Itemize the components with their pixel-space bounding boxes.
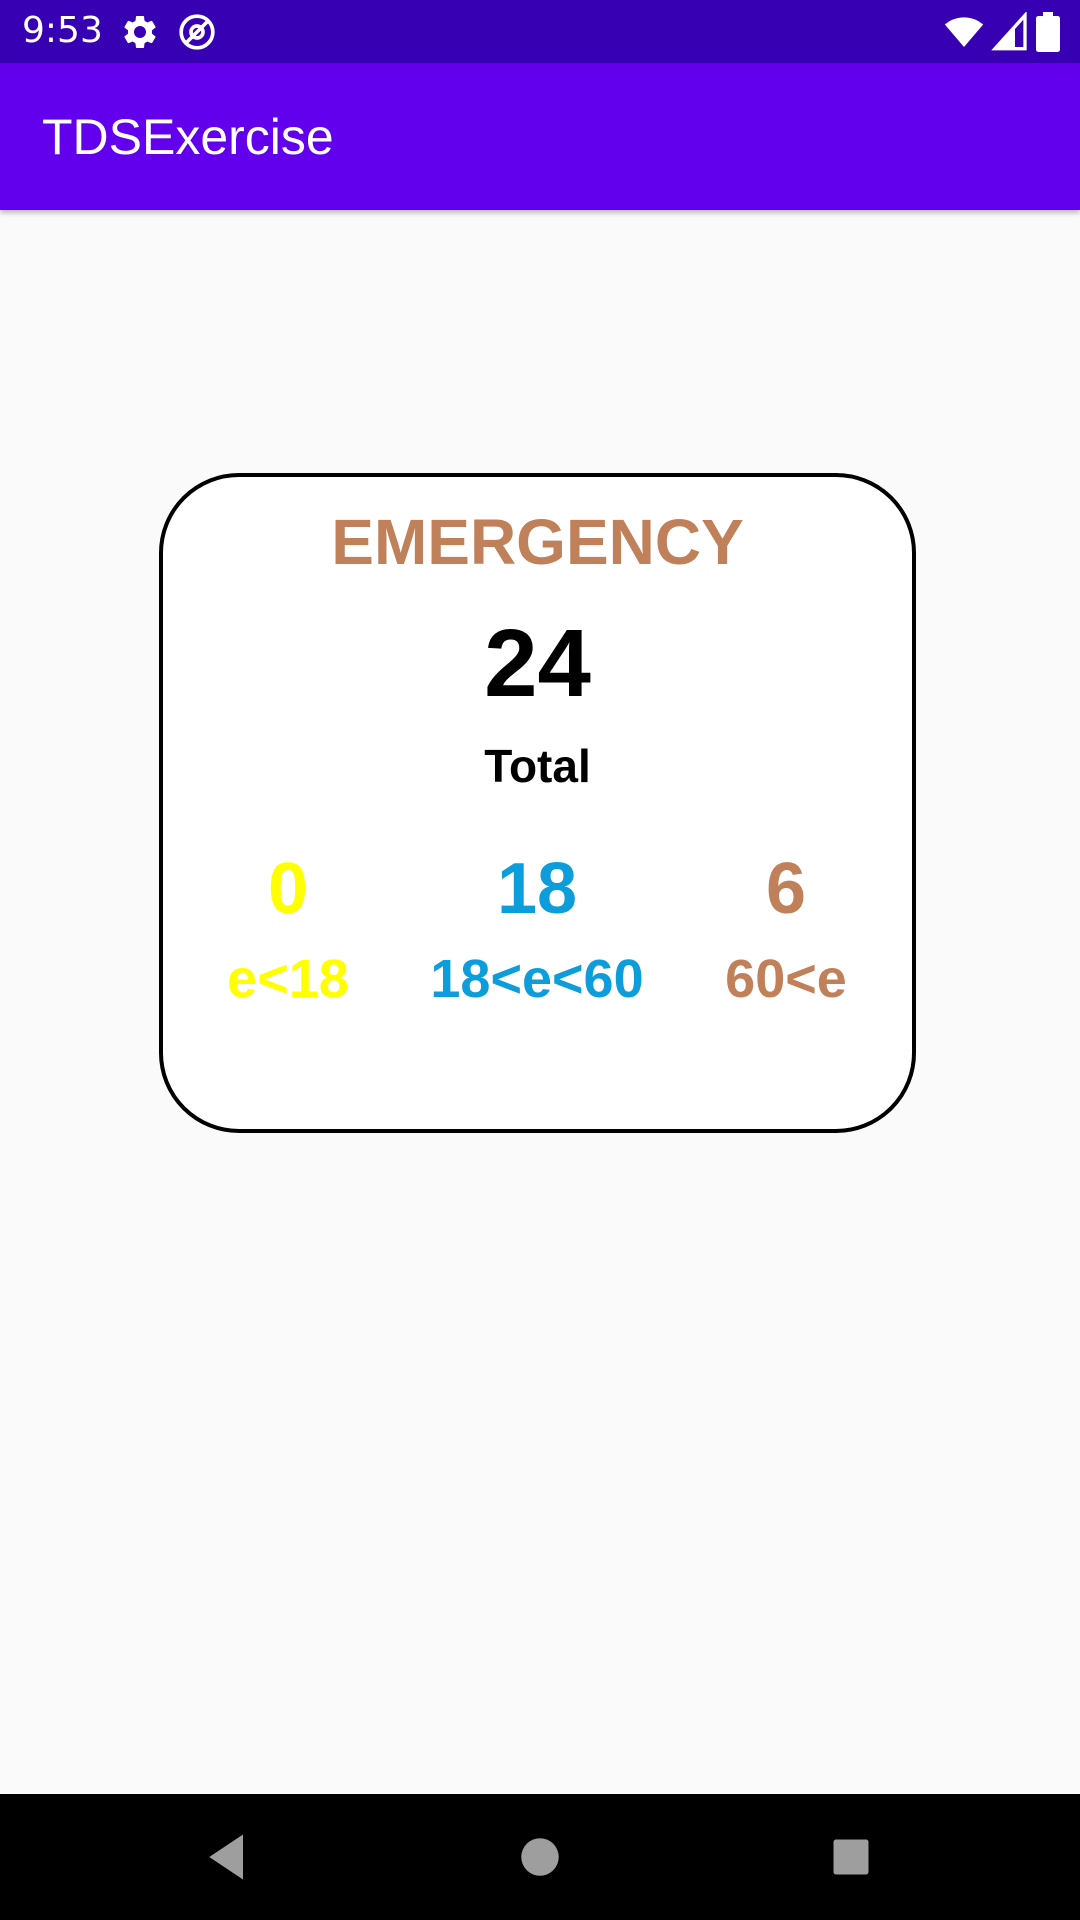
age-group-under-18: 0 e<18: [163, 847, 413, 1011]
recents-icon[interactable]: [821, 1827, 881, 1887]
age-group-label: 18<e<60: [430, 949, 644, 1009]
app-title: TDSExercise: [42, 109, 334, 165]
age-group-value: 18: [496, 849, 578, 929]
card-title: EMERGENCY: [331, 506, 744, 578]
at-sign-icon: [177, 12, 217, 52]
age-group-value: 0: [267, 849, 309, 929]
gear-icon: [120, 12, 160, 52]
cell-signal-icon: [990, 10, 1030, 52]
age-group-value: 6: [765, 849, 807, 929]
age-group-18-to-60: 18 18<e<60: [412, 847, 662, 1011]
navigation-bar: [0, 1794, 1080, 1920]
status-time: 9:53: [22, 10, 103, 51]
age-group-label: e<18: [227, 949, 349, 1009]
total-count: 24: [484, 610, 591, 717]
age-group-label: 60<e: [725, 949, 847, 1009]
emergency-card: EMERGENCY 24 Total 0 e<18 18 18<e<60 6 6…: [159, 473, 916, 1133]
age-group-over-60: 6 60<e: [661, 847, 911, 1011]
wifi-icon: [942, 12, 986, 52]
back-icon[interactable]: [198, 1827, 258, 1887]
battery-icon: [1036, 12, 1060, 52]
total-label: Total: [484, 740, 591, 792]
app-bar: TDSExercise: [0, 63, 1080, 210]
home-icon[interactable]: [510, 1827, 570, 1887]
status-bar: 9:53: [0, 0, 1080, 63]
